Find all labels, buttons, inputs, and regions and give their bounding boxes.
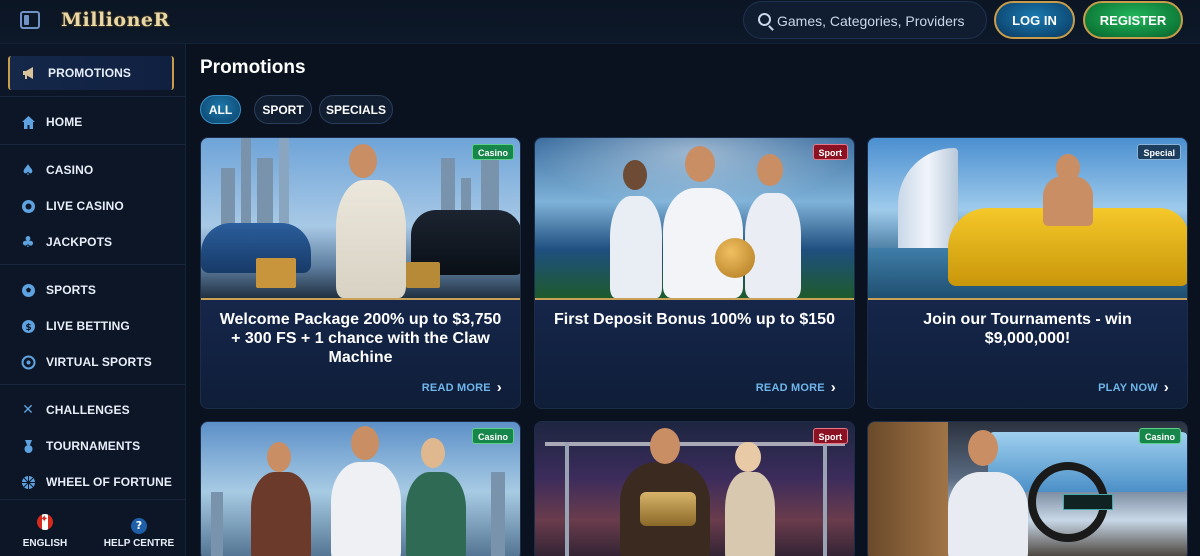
- promo-title: First Deposit Bonus 100% up to $150: [554, 311, 835, 328]
- crossed-swords-icon: ✕: [22, 402, 34, 418]
- divider: [0, 384, 186, 385]
- site-logo[interactable]: MillioneR: [61, 9, 170, 35]
- coin-icon: $: [20, 318, 36, 334]
- sidebar-item-label: VIRTUAL SPORTS: [46, 355, 152, 369]
- sport-tag: Sport: [812, 144, 848, 160]
- login-button[interactable]: LOG IN: [994, 1, 1075, 39]
- promo-card[interactable]: Casino: [867, 421, 1188, 556]
- sidebar-item-wheel-of-fortune[interactable]: WHEEL OF FORTUNE: [8, 465, 174, 499]
- special-tag: Special: [1137, 144, 1181, 160]
- sidebar-item-jackpots[interactable]: ♣ JACKPOTS: [8, 225, 174, 259]
- soccer-ball-icon: [20, 282, 36, 298]
- spade-icon: ♠: [21, 161, 35, 179]
- promo-card[interactable]: Casino: [200, 421, 521, 556]
- language-selector[interactable]: ENGLISH: [0, 514, 90, 549]
- search-input[interactable]: Games, Categories, Providers: [743, 1, 987, 39]
- sidebar-item-label: LIVE CASINO: [46, 199, 124, 213]
- help-icon: ?: [131, 518, 147, 534]
- promo-card[interactable]: Special Join our Tournaments - win $9,00…: [867, 137, 1188, 409]
- read-more-link[interactable]: READ MORE: [756, 379, 836, 396]
- promo-title: Join our Tournaments - win $9,000,000!: [923, 311, 1132, 347]
- filter-all[interactable]: ALL: [200, 95, 241, 124]
- promo-image: [868, 138, 1187, 298]
- promo-card[interactable]: Sport First Deposit Bonus 100% up to $15…: [534, 137, 855, 409]
- filter-sport[interactable]: SPORT: [254, 95, 312, 124]
- casino-tag: Casino: [471, 428, 514, 444]
- promo-image: [535, 138, 854, 298]
- sidebar-item-label: HOME: [46, 115, 83, 129]
- sidebar-item-promotions[interactable]: PROMOTIONS: [8, 56, 174, 90]
- language-label: ENGLISH: [22, 538, 68, 549]
- medal-icon: [20, 438, 36, 454]
- divider: [0, 144, 186, 145]
- casino-tag: Casino: [1138, 428, 1181, 444]
- search-icon: [758, 13, 771, 26]
- divider: [0, 264, 186, 265]
- megaphone-icon: [22, 65, 38, 81]
- filter-specials[interactable]: SPECIALS: [319, 95, 393, 124]
- promo-card[interactable]: Sport: [534, 421, 855, 556]
- page-title: Promotions: [200, 57, 306, 78]
- sidebar-item-label: LIVE BETTING: [46, 319, 130, 333]
- search-placeholder: Games, Categories, Providers: [777, 13, 965, 29]
- play-now-link[interactable]: PLAY NOW: [1098, 379, 1169, 396]
- sidebar-item-virtual-sports[interactable]: VIRTUAL SPORTS: [8, 345, 174, 379]
- sidebar-item-label: PROMOTIONS: [48, 66, 132, 80]
- sidebar-item-casino[interactable]: ♠ CASINO: [8, 153, 174, 187]
- canada-flag-icon: [37, 514, 53, 530]
- home-icon: [20, 114, 36, 130]
- wheel-icon: [20, 474, 36, 490]
- promo-card-body: Welcome Package 200% up to $3,750 + 300 …: [201, 298, 520, 408]
- sidebar-item-label: SPORTS: [46, 283, 96, 297]
- svg-text:$: $: [25, 323, 31, 333]
- sport-tag: Sport: [812, 428, 848, 444]
- sidebar-item-sports[interactable]: SPORTS: [8, 273, 174, 307]
- divider: [0, 499, 186, 500]
- promo-card-body: First Deposit Bonus 100% up to $150 READ…: [535, 298, 854, 408]
- casino-tag: Casino: [471, 144, 514, 160]
- sidebar-item-live-betting[interactable]: $ LIVE BETTING: [8, 309, 174, 343]
- top-header: MillioneR Games, Categories, Providers L…: [0, 0, 1200, 44]
- help-label: HELP CENTRE: [103, 538, 175, 549]
- chip-icon: [20, 198, 36, 214]
- sidebar-item-label: TOURNAMENTS: [46, 439, 141, 453]
- sidebar-item-label: JACKPOTS: [46, 235, 113, 249]
- promo-title: Welcome Package 200% up to $3,750 + 300 …: [219, 311, 502, 366]
- promo-card-body: Join our Tournaments - win $9,000,000! P…: [868, 298, 1187, 408]
- sidebar-toggle-icon[interactable]: [20, 11, 40, 29]
- sidebar-item-tournaments[interactable]: TOURNAMENTS: [8, 429, 174, 463]
- sidebar-item-challenges[interactable]: ✕ CHALLENGES: [8, 393, 174, 427]
- clover-icon: ♣: [21, 233, 35, 251]
- help-centre-link[interactable]: ? HELP CENTRE: [94, 514, 184, 549]
- virtual-ball-icon: [20, 354, 36, 370]
- read-more-link[interactable]: READ MORE: [422, 379, 502, 396]
- promo-card[interactable]: Casino Welcome Package 200% up to $3,750…: [200, 137, 521, 409]
- promo-image: [535, 422, 854, 556]
- sidebar-item-label: CHALLENGES: [46, 403, 130, 417]
- sidebar-item-label: WHEEL OF FORTUNE: [46, 475, 173, 489]
- dashboard-screen: [1063, 494, 1113, 510]
- register-button[interactable]: REGISTER: [1083, 1, 1183, 39]
- sidebar-item-label: CASINO: [46, 163, 94, 177]
- sidebar: PROMOTIONS HOME ♠ CASINO LIVE CASINO ♣ J…: [0, 44, 186, 556]
- divider: [0, 96, 186, 97]
- sidebar-item-live-casino[interactable]: LIVE CASINO: [8, 189, 174, 223]
- promo-image: [201, 138, 520, 298]
- sidebar-item-home[interactable]: HOME: [8, 105, 174, 139]
